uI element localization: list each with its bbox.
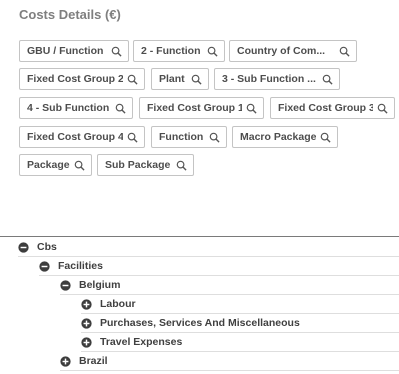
tree-row-purchases[interactable]: Purchases, Services And Miscellaneous	[81, 314, 399, 333]
search-icon	[207, 46, 218, 57]
search-icon	[209, 132, 220, 143]
filter-4-sub-function[interactable]: 4 - Sub Function	[19, 97, 133, 119]
filter-sub-package[interactable]: Sub Package	[97, 154, 194, 176]
filter-label: Fixed Cost Group 4	[27, 131, 123, 143]
filter-label: Function	[159, 131, 204, 143]
plus-circle-icon[interactable]	[81, 298, 92, 310]
filter-label: Sub Package	[105, 159, 171, 171]
filter-3-sub-function[interactable]: 3 - Sub Function ...	[214, 68, 340, 90]
filter-label: GBU / Function	[27, 45, 104, 57]
tree-row-belgium[interactable]: Belgium	[60, 276, 399, 295]
filter-label: Country of Com...	[237, 45, 326, 57]
filter-fixed-cost-group-4[interactable]: Fixed Cost Group 4	[19, 126, 145, 148]
tree-row-label: Purchases, Services And Miscellaneous	[100, 317, 300, 329]
plus-circle-icon[interactable]	[81, 336, 92, 348]
search-icon	[111, 46, 122, 57]
filter-label: 2 - Function	[141, 45, 201, 57]
filter-function[interactable]: Function	[151, 126, 227, 148]
search-icon	[322, 74, 333, 85]
filter-fixed-cost-group-2[interactable]: Fixed Cost Group 2	[19, 68, 145, 90]
search-icon	[74, 160, 85, 171]
filter-label: Package	[27, 159, 70, 171]
filter-label: 4 - Sub Function	[27, 102, 110, 114]
search-icon	[127, 74, 138, 85]
filter-label: Plant	[159, 73, 185, 85]
filter-fixed-cost-group-3[interactable]: Fixed Cost Group 3	[270, 97, 395, 119]
filter-label: Fixed Cost Group 2	[27, 73, 123, 85]
search-icon	[191, 74, 202, 85]
filter-country-of-commerce[interactable]: Country of Com...	[229, 40, 357, 62]
filter-label: Fixed Cost Group 3	[278, 102, 373, 114]
tree-divider	[0, 236, 399, 237]
filter-fixed-cost-group-1[interactable]: Fixed Cost Group 1	[139, 97, 264, 119]
search-icon	[320, 132, 331, 143]
filter-plant[interactable]: Plant	[151, 68, 209, 90]
plus-circle-icon[interactable]	[60, 355, 71, 367]
search-icon	[127, 132, 138, 143]
search-icon	[115, 103, 126, 114]
tree-row-label: Belgium	[79, 279, 121, 291]
filter-label: 3 - Sub Function ...	[222, 73, 316, 85]
search-icon	[176, 160, 187, 171]
tree-row-brazil[interactable]: Brazil	[60, 352, 399, 371]
filter-2-function[interactable]: 2 - Function	[133, 40, 225, 62]
tree-row-travel-expenses[interactable]: Travel Expenses	[81, 333, 399, 352]
tree-row-facilities[interactable]: Facilities	[39, 257, 399, 276]
filter-gbu-function[interactable]: GBU / Function	[19, 40, 129, 62]
filter-macro-package[interactable]: Macro Package	[232, 126, 338, 148]
tree-row-label: Cbs	[37, 241, 57, 253]
tree-row-cbs[interactable]: Cbs	[18, 238, 399, 257]
search-icon	[339, 46, 350, 57]
search-icon	[377, 103, 388, 114]
tree-row-labour[interactable]: Labour	[81, 295, 399, 314]
plus-circle-icon[interactable]	[81, 317, 92, 329]
minus-circle-icon[interactable]	[60, 279, 71, 291]
filter-pane: GBU / Function 2 - Function Country of C…	[0, 0, 399, 190]
tree-row-label: Travel Expenses	[100, 336, 183, 348]
filter-label: Macro Package	[240, 131, 316, 143]
filter-label: Fixed Cost Group 1	[147, 102, 242, 114]
search-icon	[246, 103, 257, 114]
tree-row-label: Labour	[100, 298, 136, 310]
tree-row-label: Facilities	[58, 260, 103, 272]
minus-circle-icon[interactable]	[18, 241, 29, 253]
minus-circle-icon[interactable]	[39, 260, 50, 272]
filter-package[interactable]: Package	[19, 154, 92, 176]
tree-row-label: Brazil	[79, 355, 108, 367]
